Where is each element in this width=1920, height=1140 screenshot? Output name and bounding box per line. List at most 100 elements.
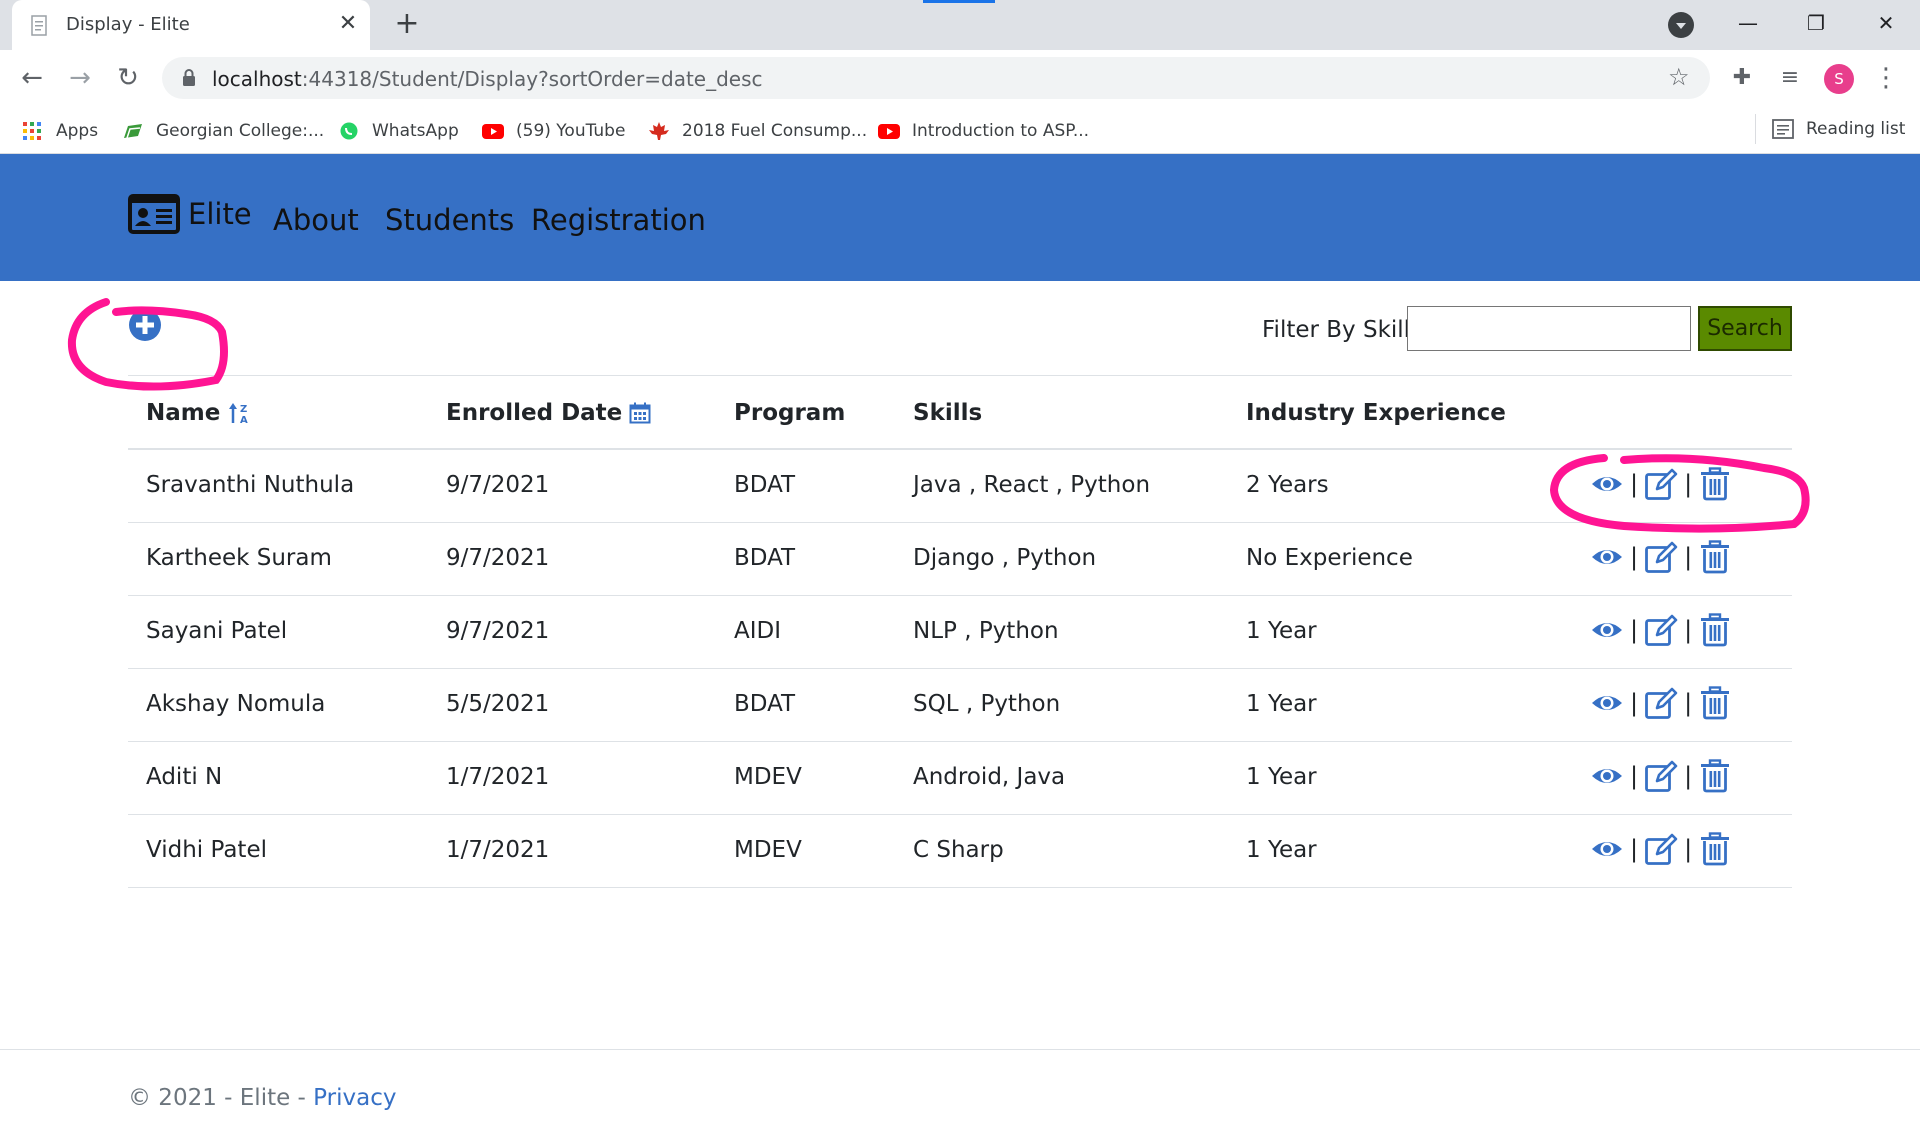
lock-icon <box>183 69 195 86</box>
cell-experience: 1 Year <box>1246 764 1317 790</box>
cell-program: AIDI <box>734 618 782 644</box>
edit-pencil-icon[interactable] <box>1644 613 1678 647</box>
view-eye-icon[interactable] <box>1590 613 1624 647</box>
table-row: Vidhi Patel 1/7/2021 MDEV C Sharp 1 Year… <box>128 815 1792 888</box>
header-program: Program <box>734 400 845 426</box>
cell-experience: 1 Year <box>1246 618 1317 644</box>
delete-trash-icon[interactable] <box>1698 540 1732 574</box>
edit-pencil-icon[interactable] <box>1644 540 1678 574</box>
maple-leaf-icon <box>648 122 670 140</box>
bookmark-label: (59) YouTube <box>516 121 626 141</box>
privacy-link[interactable]: Privacy <box>313 1085 396 1111</box>
browser-toolbar: ← → ↻ localhost:44318/Student/Display?so… <box>0 50 1920 106</box>
address-bar[interactable]: localhost:44318/Student/Display?sortOrde… <box>162 57 1710 99</box>
cell-enrolled-date: 9/7/2021 <box>446 545 550 571</box>
cell-name: Sayani Patel <box>146 618 288 644</box>
cell-enrolled-date: 5/5/2021 <box>446 691 550 717</box>
header-label: Program <box>734 400 846 426</box>
tab-title: Display - Elite <box>66 14 190 35</box>
restore-icon[interactable]: ❐ <box>1796 6 1836 40</box>
bookmark-star-icon[interactable]: ☆ <box>1668 63 1690 91</box>
new-tab-button[interactable]: + <box>390 8 424 42</box>
nav-link-about[interactable]: About <box>273 203 359 237</box>
reload-icon[interactable]: ↻ <box>110 60 146 96</box>
cell-program: BDAT <box>734 472 796 498</box>
row-actions: | | <box>1590 539 1732 575</box>
window-close-icon[interactable]: ✕ <box>1866 6 1906 40</box>
forward-arrow-icon[interactable]: → <box>62 60 98 96</box>
page-footer: © 2021 - Elite - Privacy <box>0 1049 1920 1140</box>
action-separator: | <box>1684 470 1693 498</box>
browser-tab[interactable]: Display - Elite ✕ <box>12 0 370 50</box>
extensions-puzzle-icon[interactable]: ✚ <box>1726 62 1758 94</box>
edit-pencil-icon[interactable] <box>1644 686 1678 720</box>
cell-name: Aditi N <box>146 764 223 790</box>
bookmark-label: Introduction to ASP... <box>912 121 1090 141</box>
cell-skills: Django , Python <box>913 545 1097 571</box>
bookmarks-bar: Apps Georgian College:... WhatsApp (59) … <box>0 106 1920 154</box>
row-actions: | | <box>1590 612 1732 648</box>
cell-program: MDEV <box>734 837 802 863</box>
bookmark-divider <box>1755 114 1756 144</box>
browser-menu-icon[interactable]: ⋮ <box>1870 62 1902 94</box>
reading-list-label: Reading list <box>1806 119 1906 139</box>
skill-filter-input[interactable] <box>1407 306 1691 351</box>
search-button[interactable]: Search <box>1698 306 1792 351</box>
header-name[interactable]: Name Z A <box>146 400 252 426</box>
view-eye-icon[interactable] <box>1590 540 1624 574</box>
bookmark-label: 2018 Fuel Consump... <box>682 121 868 141</box>
bookmark-label: Apps <box>56 121 99 141</box>
url-text[interactable]: localhost:44318/Student/Display?sortOrde… <box>212 67 763 91</box>
table-row: Kartheek Suram 9/7/2021 BDAT Django , Py… <box>128 523 1792 596</box>
header-enrolled-date[interactable]: Enrolled Date <box>446 400 651 426</box>
header-label: Skills <box>913 400 983 426</box>
calendar-icon[interactable] <box>629 402 651 424</box>
profile-avatar[interactable]: S <box>1824 64 1854 94</box>
back-arrow-icon[interactable]: ← <box>14 60 50 96</box>
sort-alpha-icon[interactable]: Z A <box>228 401 252 425</box>
bookmark-fuel-consumption[interactable]: 2018 Fuel Consump... <box>648 119 867 143</box>
edit-pencil-icon[interactable] <box>1644 832 1678 866</box>
apps-grid-icon <box>22 122 44 140</box>
tab-close-icon[interactable]: ✕ <box>334 10 362 38</box>
cell-name: Kartheek Suram <box>146 545 332 571</box>
bookmark-whatsapp[interactable]: WhatsApp <box>338 119 459 143</box>
media-control-icon[interactable]: ≡ <box>1774 62 1806 94</box>
bookmark-youtube[interactable]: (59) YouTube <box>482 119 625 143</box>
view-eye-icon[interactable] <box>1590 832 1624 866</box>
tab-search-icon[interactable] <box>1668 12 1694 38</box>
bookmark-apps[interactable]: Apps <box>22 119 98 143</box>
cell-experience: No Experience <box>1246 545 1413 571</box>
delete-trash-icon[interactable] <box>1698 467 1732 501</box>
action-separator: | <box>1684 835 1693 863</box>
header-label: Enrolled Date <box>446 400 623 426</box>
footer-copyright: © 2021 - Elite - <box>128 1085 314 1111</box>
page-favicon-icon <box>31 15 47 36</box>
tab-loading-indicator <box>923 0 995 3</box>
view-eye-icon[interactable] <box>1590 759 1624 793</box>
nav-link-registration[interactable]: Registration <box>531 203 706 237</box>
delete-trash-icon[interactable] <box>1698 686 1732 720</box>
minimize-icon[interactable]: — <box>1728 6 1768 40</box>
bookmark-georgian-college[interactable]: Georgian College:... <box>122 119 324 143</box>
cell-name: Vidhi Patel <box>146 837 267 863</box>
edit-pencil-icon[interactable] <box>1644 759 1678 793</box>
delete-trash-icon[interactable] <box>1698 832 1732 866</box>
action-separator: | <box>1684 689 1693 717</box>
edit-pencil-icon[interactable] <box>1644 467 1678 501</box>
view-eye-icon[interactable] <box>1590 686 1624 720</box>
bookmark-label: WhatsApp <box>372 121 459 141</box>
nav-link-students[interactable]: Students <box>385 203 514 237</box>
delete-trash-icon[interactable] <box>1698 759 1732 793</box>
cell-enrolled-date: 1/7/2021 <box>446 764 550 790</box>
row-actions: | | <box>1590 831 1732 867</box>
cell-program: BDAT <box>734 691 796 717</box>
delete-trash-icon[interactable] <box>1698 613 1732 647</box>
add-student-icon[interactable] <box>128 308 162 342</box>
view-eye-icon[interactable] <box>1590 467 1624 501</box>
reading-list-button[interactable]: Reading list <box>1772 119 1905 139</box>
brand-link[interactable]: Elite <box>128 194 252 234</box>
action-separator: | <box>1630 470 1639 498</box>
cell-skills: C Sharp <box>913 837 1004 863</box>
bookmark-intro-asp[interactable]: Introduction to ASP... <box>878 119 1089 143</box>
